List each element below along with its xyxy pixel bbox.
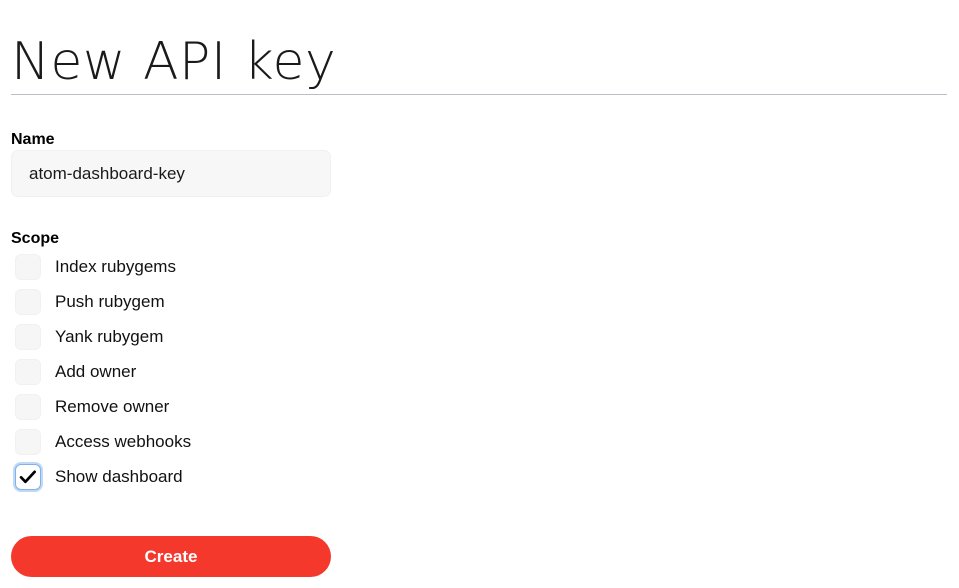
scope-checkbox-5[interactable] xyxy=(15,428,41,455)
scope-option-row-5[interactable]: Access webhooks xyxy=(0,424,400,459)
scope-section-label: Scope xyxy=(11,230,60,247)
scope-option-label: Access webhooks xyxy=(55,431,192,451)
new-api-key-page: New API key Name Scope Index rubygems Pu… xyxy=(0,0,959,588)
scope-checkbox-0[interactable] xyxy=(15,253,41,280)
scope-option-label: Push rubygem xyxy=(55,291,165,311)
name-field-label: Name xyxy=(11,131,55,148)
scope-option-row-2[interactable]: Yank rubygem xyxy=(0,319,400,354)
scope-option-label: Show dashboard xyxy=(55,466,183,486)
scope-option-row-1[interactable]: Push rubygem xyxy=(0,284,400,319)
scope-option-label: Remove owner xyxy=(55,396,170,416)
scope-option-row-0[interactable]: Index rubygems xyxy=(0,249,400,284)
create-button[interactable]: Create xyxy=(11,536,331,577)
scope-checkbox-4[interactable] xyxy=(15,393,41,420)
scope-checkbox-3[interactable] xyxy=(15,358,41,385)
scope-checkbox-list: Index rubygems Push rubygem Yank rubygem xyxy=(0,249,400,494)
scope-option-row-3[interactable]: Add owner xyxy=(0,354,400,389)
name-input[interactable] xyxy=(11,150,331,197)
page-title: New API key xyxy=(11,31,337,92)
scope-checkbox-2[interactable] xyxy=(15,323,41,350)
scope-checkbox-6[interactable] xyxy=(15,463,41,490)
scope-option-row-6[interactable]: Show dashboard xyxy=(0,459,400,494)
scope-option-label: Index rubygems xyxy=(55,256,176,276)
scope-checkbox-1[interactable] xyxy=(15,288,41,315)
scope-option-label: Add owner xyxy=(55,361,137,381)
checkmark-icon xyxy=(16,465,40,489)
header-divider xyxy=(11,94,947,95)
scope-option-label: Yank rubygem xyxy=(55,326,164,346)
scope-option-row-4[interactable]: Remove owner xyxy=(0,389,400,424)
